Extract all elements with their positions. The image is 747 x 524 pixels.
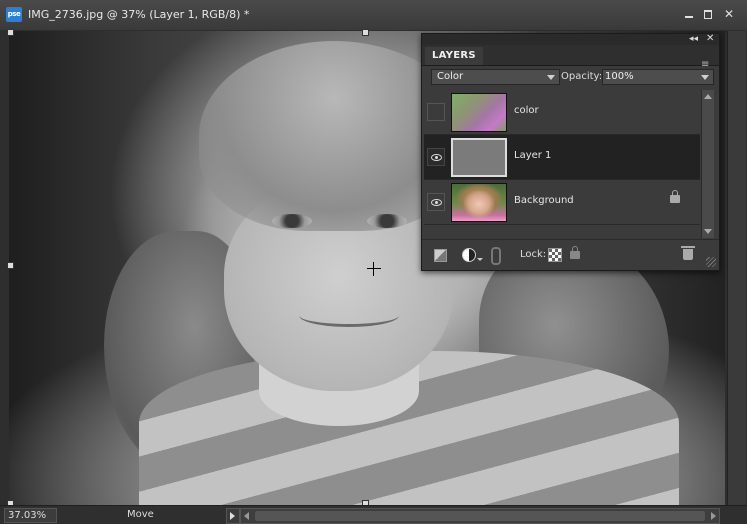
scrollbar-thumb[interactable]: [255, 511, 705, 521]
maximize-icon[interactable]: [701, 7, 715, 21]
lock-label: Lock:: [520, 249, 547, 260]
panel-header: ◂◂ ✕: [422, 34, 719, 45]
collapse-icon[interactable]: ◂◂: [689, 34, 698, 44]
zoom-field[interactable]: 37.03%: [4, 508, 57, 523]
photo-eye-right: [367, 214, 407, 228]
visibility-toggle[interactable]: [427, 193, 445, 211]
scroll-up-icon[interactable]: [704, 94, 712, 99]
selection-handle-left[interactable]: [7, 262, 14, 269]
lock-icon: [670, 190, 680, 203]
layer-row-layer1[interactable]: Layer 1: [424, 135, 700, 180]
tab-layers[interactable]: LAYERS: [425, 47, 483, 65]
link-layers-icon[interactable]: [491, 247, 501, 265]
blend-mode-select[interactable]: Color: [431, 69, 560, 85]
new-layer-icon[interactable]: [434, 249, 447, 262]
chevron-down-icon[interactable]: [477, 258, 483, 261]
adjustment-layer-icon[interactable]: [462, 248, 476, 262]
photo-mouth: [299, 304, 399, 327]
visibility-toggle[interactable]: [427, 103, 445, 121]
resize-grip-icon[interactable]: [706, 257, 716, 267]
status-menu-arrow-icon[interactable]: [226, 508, 240, 524]
lock-transparency-icon[interactable]: [548, 248, 562, 262]
layer-name: Background: [514, 195, 574, 206]
opacity-label: Opacity:: [561, 71, 603, 82]
panel-close-icon[interactable]: ✕: [706, 34, 714, 44]
move-crosshair-icon: [367, 262, 381, 276]
selection-handle-tl[interactable]: [7, 29, 14, 36]
scroll-down-icon[interactable]: [704, 229, 712, 234]
lock-all-icon[interactable]: [570, 246, 580, 259]
scroll-left-icon[interactable]: [244, 512, 249, 520]
layer-name: Layer 1: [514, 150, 552, 161]
layer-thumbnail: [451, 93, 507, 132]
layer-row-background[interactable]: Background: [424, 180, 700, 225]
minimize-icon[interactable]: [682, 7, 696, 21]
eye-icon: [431, 199, 442, 206]
blend-mode-value: Color: [437, 71, 464, 82]
chevron-down-icon: [547, 75, 555, 80]
opacity-value: 100%: [605, 71, 634, 82]
layers-scrollbar[interactable]: [701, 90, 714, 238]
eye-icon: [431, 154, 442, 161]
photoshop-elements-icon: pse: [6, 7, 22, 22]
layer-thumbnail: [451, 183, 507, 222]
status-bar: 37.03% Move: [0, 505, 747, 524]
scroll-right-icon[interactable]: [711, 512, 716, 520]
panel-footer: Lock:: [422, 239, 719, 270]
chevron-down-icon: [701, 75, 709, 80]
panel-tab-bar: LAYERS ≡: [422, 45, 719, 70]
horizontal-scrollbar[interactable]: [240, 508, 720, 524]
layers-list: color Layer 1 Background: [424, 90, 700, 225]
trash-icon[interactable]: [681, 246, 695, 260]
visibility-toggle[interactable]: [427, 148, 445, 166]
selection-handle-top[interactable]: [362, 29, 369, 36]
layer-thumbnail: [451, 138, 507, 177]
close-icon[interactable]: ✕: [722, 7, 736, 21]
layer-name: color: [514, 105, 539, 116]
layer-row-color[interactable]: color: [424, 90, 700, 135]
document-title-bar: pse IMG_2736.jpg @ 37% (Layer 1, RGB/8) …: [0, 0, 747, 31]
vertical-scrollbar[interactable]: [727, 31, 746, 505]
status-text: Move: [127, 509, 154, 520]
opacity-field[interactable]: 100%: [602, 69, 714, 85]
document-title: IMG_2736.jpg @ 37% (Layer 1, RGB/8) *: [28, 8, 250, 21]
layers-panel: ◂◂ ✕ LAYERS ≡ Color Opacity: 100% color …: [421, 33, 720, 271]
photo-eye-left: [272, 214, 312, 228]
